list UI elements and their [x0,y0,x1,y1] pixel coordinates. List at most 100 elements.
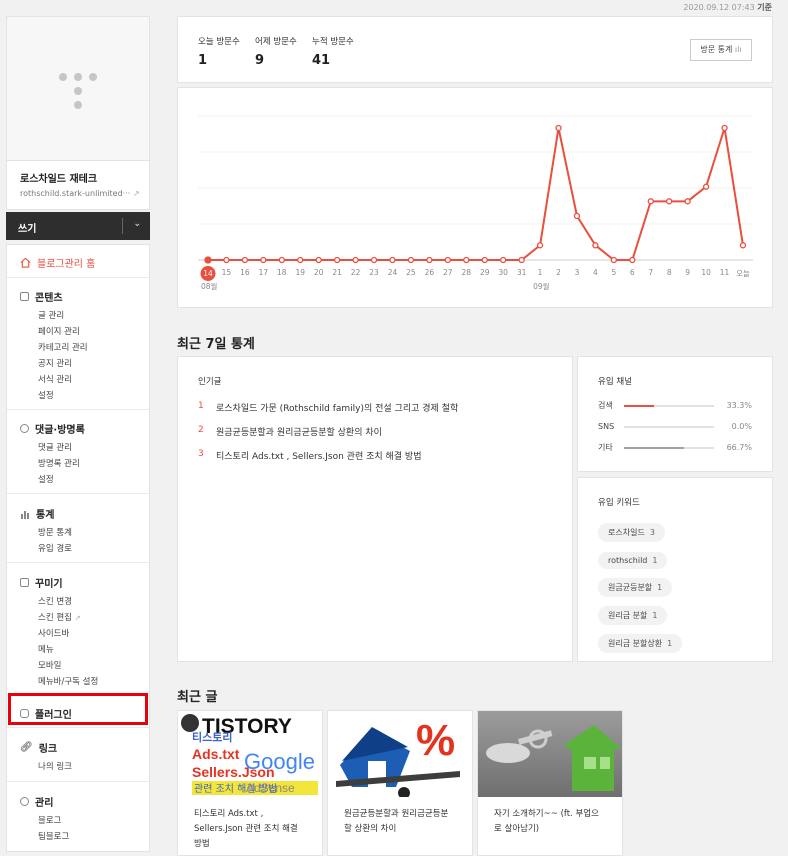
keyword-chip[interactable]: 로스차일드 3 [598,523,665,542]
data-point[interactable] [647,198,654,205]
stat-label: 누적 방문수 [312,37,354,47]
menu-item-content-settings[interactable]: 설정 [38,388,88,404]
menu-item-templates[interactable]: 서식 관리 [38,372,88,388]
popular-post-title[interactable]: 티스토리 Ads.txt , Sellers.Json 관련 조치 해결 방법 [216,449,421,473]
data-point[interactable] [333,256,341,264]
data-point[interactable] [721,124,728,132]
x-tick-label: 25 [406,268,416,277]
channel-bar [624,446,714,449]
menu-item-comment-settings[interactable]: 설정 [38,472,85,488]
keyword-chip[interactable]: 원리금 분할상환 1 [598,634,683,653]
menu-item-team-blog[interactable]: 팀블로그 [38,829,69,845]
data-point[interactable] [573,212,581,220]
data-point[interactable] [536,242,544,249]
menu-item-my-links[interactable]: 나의 링크 [38,759,72,775]
popular-post-row[interactable]: 1 로스차일드 가문 (Rothschild family)의 전설 그리고 경제… [198,401,552,425]
data-point[interactable] [666,198,673,205]
recent-post-card[interactable]: TISTORY 티스토리 Ads.txt Google Sellers.Json… [177,710,323,856]
menu-item-pages[interactable]: 페이지 관리 [38,324,88,340]
menu-item-visit-stats[interactable]: 방문 통계 [38,525,72,541]
post-caption[interactable]: 티스토리 Ads.txt , Sellers.Json 관련 조치 해결 방법 [178,797,322,852]
x-tick-label: 3 [574,268,580,277]
menu-section-title[interactable]: 통계 [20,506,72,521]
data-point[interactable] [684,198,691,205]
menu-item-mobile[interactable]: 모바일 [38,658,98,674]
chevron-down-icon[interactable]: ⌄ [133,219,141,229]
data-point[interactable] [739,242,747,249]
post-caption[interactable]: 원금균등분할과 원리금균등분할 상환의 차이 [328,797,472,837]
menu-item-sidebar[interactable]: 사이드바 [38,626,98,642]
stat-yesterday: 어제 방문수 9 [255,35,297,68]
keyword-chip[interactable]: rothschild 1 [598,552,668,569]
keyword-chip[interactable]: 원리금 분할 1 [598,606,668,625]
menu-item-categories[interactable]: 카테고리 관리 [38,340,88,356]
recent-post-card[interactable]: % 원금균등분할과 원리금균등분할 상환의 차이 [327,710,473,856]
data-point[interactable] [407,256,415,264]
blog-name[interactable]: 로스차일드 재테크 [20,170,149,185]
data-point[interactable] [702,183,710,190]
data-point[interactable] [204,256,212,264]
popular-post-title[interactable]: 로스차일드 가문 (Rothschild family)의 전설 그리고 경제 … [216,401,458,425]
menu-section-title[interactable]: 꾸미기 [20,575,98,590]
thumb-text-sellers: Sellers.Json [192,764,275,780]
data-point[interactable] [297,256,304,264]
menu-item-menu[interactable]: 메뉴 [38,642,98,658]
menu-item-notices[interactable]: 공지 관리 [38,356,88,372]
visit-stats-button[interactable]: 방문 통계 ılı [690,39,752,61]
data-point[interactable] [370,256,378,264]
data-point[interactable] [518,256,525,264]
tistory-logo-dot [74,87,82,95]
data-point[interactable] [223,256,230,264]
data-point[interactable] [500,256,507,264]
data-point[interactable] [555,124,562,132]
write-button[interactable]: 쓰기 ⌄ [6,212,150,240]
recent-post-card[interactable]: 자기 소개하기~~ (ft. 부업으로 살아남기) [477,710,623,856]
data-point[interactable] [592,242,599,249]
stat-label: 오늘 방문수 [198,37,240,47]
data-point[interactable] [278,256,285,264]
menu-section-content: 콘텐츠 글 관리 페이지 관리 카테고리 관리 공지 관리 서식 관리 설정 [20,289,88,404]
post-thumbnail[interactable] [478,711,622,797]
x-tick-label: 20 [313,268,324,277]
menu-section-label: 통계 [36,510,55,521]
data-point[interactable] [352,256,359,264]
post-thumbnail[interactable]: TISTORY 티스토리 Ads.txt Google Sellers.Json… [178,711,322,797]
keyword-chip[interactable]: 원금균등분할 1 [598,578,673,597]
popular-post-title[interactable]: 원금균등분할과 원리금균등분할 상환의 차이 [216,425,382,449]
menu-item-change-skin[interactable]: 스킨 변경 [38,594,98,610]
data-point[interactable] [610,256,618,264]
menu-home[interactable]: 블로그관리 홈 [20,255,95,270]
blog-info[interactable]: 로스차일드 재테크 rothschild.stark-unlimited··· … [6,160,150,210]
popular-post-row[interactable]: 2 원금균등분할과 원리금균등분할 상환의 차이 [198,425,552,449]
menu-item-comments[interactable]: 댓글 관리 [38,440,85,456]
post-thumbnail[interactable]: % [328,711,472,797]
data-point[interactable] [444,256,451,264]
menu-item-edit-skin[interactable]: 스킨 편집 ↗ [38,610,98,626]
external-link-icon: ↗ [132,189,140,198]
recent-posts-title: 최근 글 [177,690,218,705]
x-tick-label: 10 [701,268,711,277]
channel-name: 검색 [598,401,613,410]
menu-item-posts[interactable]: 글 관리 [38,308,88,324]
menu-item-menubar[interactable]: 메뉴바/구독 설정 [38,674,98,690]
post-caption[interactable]: 자기 소개하기~~ (ft. 부업으로 살아남기) [478,797,622,837]
blog-url[interactable]: rothschild.stark-unlimited··· ↗ [20,189,149,198]
data-point[interactable] [481,256,488,264]
menu-item-guestbook[interactable]: 방명록 관리 [38,456,85,472]
popular-post-row[interactable]: 3 티스토리 Ads.txt , Sellers.Json 관련 조치 해결 방법 [198,449,552,473]
blog-avatar[interactable] [6,16,150,160]
data-point[interactable] [315,256,322,264]
menu-item-blog[interactable]: 블로그 [38,813,69,829]
menu-section-title[interactable]: 🔗︎ 링크 [20,740,72,755]
data-point[interactable] [389,256,396,264]
menu-section-title[interactable]: 관리 [20,794,69,809]
menu-section-title[interactable]: 콘텐츠 [20,289,88,304]
x-tick-label: 11 [719,268,730,277]
data-point[interactable] [629,256,636,264]
data-point[interactable] [426,256,433,264]
data-point[interactable] [241,256,249,264]
menu-section-title[interactable]: 댓글·방명록 [20,421,85,436]
data-point[interactable] [463,256,470,264]
menu-item-referrers[interactable]: 유입 경로 [38,541,72,557]
data-point[interactable] [260,256,267,264]
